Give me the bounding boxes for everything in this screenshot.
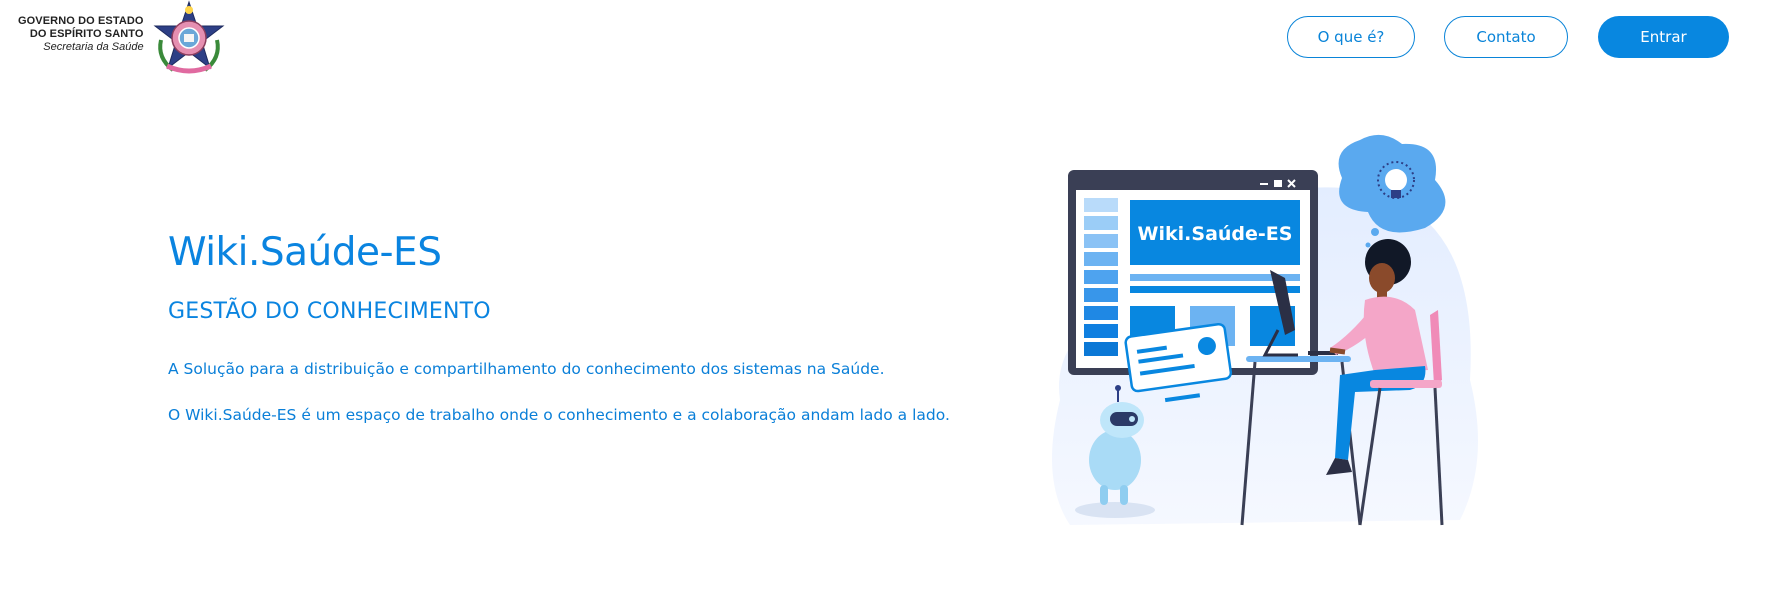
header-logo[interactable]: GOVERNO DO ESTADO DO ESPÍRITO SANTO Secr… — [18, 0, 227, 78]
hero-section: Wiki.Saúde-ES GESTÃO DO CONHECIMENTO A S… — [168, 230, 950, 424]
logo-line-state: DO ESPÍRITO SANTO — [29, 28, 144, 40]
login-button[interactable]: Entrar — [1598, 16, 1729, 58]
hero-title: Wiki.Saúde-ES — [168, 230, 442, 275]
logo-text: GOVERNO DO ESTADO DO ESPÍRITO SANTO Secr… — [18, 15, 144, 54]
state-seal-icon — [153, 0, 225, 74]
logo-line-government: GOVERNO DO ESTADO — [18, 15, 144, 27]
thought-dot-2 — [1365, 242, 1371, 248]
hero-subtitle: GESTÃO DO CONHECIMENTO — [168, 299, 491, 324]
thought-dot-1 — [1371, 228, 1379, 236]
hero-description-2: O Wiki.Saúde-ES é um espaço de trabalho … — [168, 406, 950, 424]
about-button[interactable]: O que é? — [1287, 16, 1415, 58]
hero-description-1: A Solução para a distribuição e comparti… — [168, 360, 885, 378]
screen-banner-title: Wiki.Saúde-ES — [1138, 223, 1293, 245]
contact-button[interactable]: Contato — [1444, 16, 1568, 58]
hero-illustration: Wiki.Saúde-ES — [1052, 134, 1478, 526]
logo-line-secretariat: Secretaria da Saúde — [43, 41, 144, 53]
screen-sidebar — [1084, 198, 1118, 356]
